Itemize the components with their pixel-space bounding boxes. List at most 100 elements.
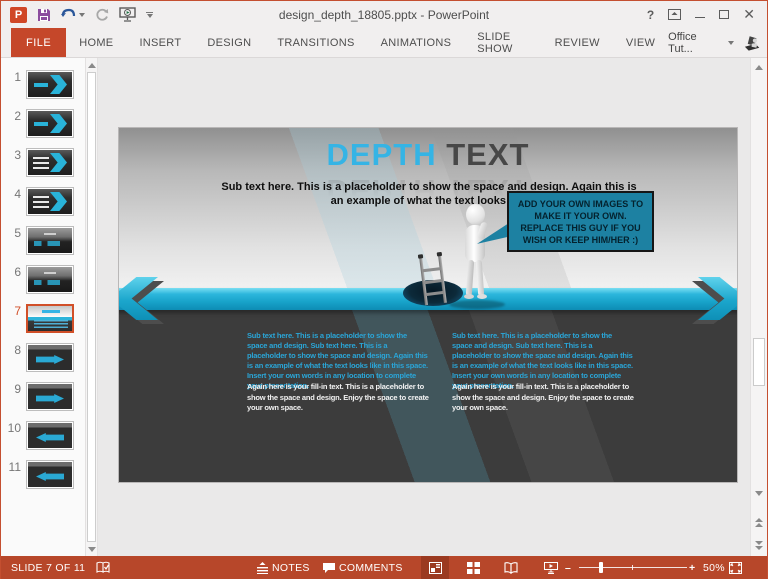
- scroll-up-icon[interactable]: [751, 60, 767, 74]
- thumbnail-graphic-arrow-right: [28, 384, 72, 409]
- body-text-column-2[interactable]: Sub text here. This is a placeholder to …: [452, 331, 634, 414]
- slide-show-icon[interactable]: [537, 556, 565, 579]
- zoom-level[interactable]: 50%: [703, 556, 725, 579]
- tab-design[interactable]: DESIGN: [194, 28, 264, 57]
- thumbnail-image[interactable]: [26, 70, 74, 99]
- vertical-scrollbar-thumb[interactable]: [753, 338, 765, 386]
- fit-slide-to-window-icon[interactable]: [729, 556, 742, 579]
- slide-indicator[interactable]: SLIDE 7 OF 11: [11, 556, 85, 579]
- redo-icon[interactable]: [95, 8, 109, 22]
- thumbnail-image[interactable]: [26, 226, 74, 255]
- customize-quick-access-icon[interactable]: [146, 12, 153, 18]
- vertical-scrollbar[interactable]: [750, 58, 767, 556]
- slide-title-rest: TEXT: [446, 137, 529, 172]
- tab-animations[interactable]: ANIMATIONS: [368, 28, 465, 57]
- thumbnail-graphic-arrow-left: [28, 423, 72, 448]
- thumbnail-graphic-chevron-right-text: [28, 189, 72, 214]
- body-text-column-1[interactable]: Sub text here. This is a placeholder to …: [247, 331, 429, 414]
- left-chevron-arrow[interactable]: [119, 277, 158, 320]
- slide-thumbnail-10[interactable]: 10: [1, 421, 85, 452]
- scroll-down-icon[interactable]: [86, 542, 97, 556]
- thumbnail-graphic-chevron-right: [28, 72, 72, 97]
- slide-thumbnail-4[interactable]: 4: [1, 187, 85, 218]
- minimize-icon[interactable]: [695, 11, 705, 18]
- previous-slide-button[interactable]: [751, 514, 767, 530]
- thumbnail-graphic-arrow-right: [28, 345, 72, 370]
- thumbnail-graphic-arrow-left: [28, 462, 72, 487]
- user-avatar-icon[interactable]: [742, 34, 761, 51]
- slide-thumbnail-2[interactable]: 2: [1, 109, 85, 140]
- next-slide-button[interactable]: [751, 537, 767, 553]
- thumbnail-scrollbar-thumb[interactable]: [87, 72, 96, 542]
- tab-view[interactable]: VIEW: [613, 28, 668, 57]
- slide-canvas[interactable]: DEPTH TEXT DEPTH TEXT Sub text here. Thi…: [118, 127, 738, 483]
- thumbnail-image[interactable]: [26, 187, 74, 216]
- quick-access-toolbar: P: [1, 7, 153, 23]
- help-icon[interactable]: ?: [647, 8, 654, 22]
- thumbnail-image[interactable]: [26, 304, 74, 333]
- tab-transitions[interactable]: TRANSITIONS: [264, 28, 367, 57]
- right-chevron-arrow[interactable]: [698, 277, 737, 320]
- thumbnail-graphic-photo-band: [28, 267, 72, 292]
- slide-number: 5: [1, 226, 21, 240]
- undo-dropdown-caret[interactable]: [79, 13, 85, 17]
- save-icon[interactable]: [37, 8, 51, 22]
- slide-title-accent: DEPTH: [327, 137, 447, 172]
- zoom-slider-thumb[interactable]: [599, 562, 603, 573]
- thumbnail-image[interactable]: [26, 148, 74, 177]
- account-menu[interactable]: Office Tut...: [668, 28, 767, 57]
- notes-label: NOTES: [272, 562, 310, 574]
- start-from-beginning-icon[interactable]: [119, 7, 136, 22]
- ribbon-display-options-icon[interactable]: [668, 9, 681, 20]
- slide-thumbnail-3[interactable]: 3: [1, 148, 85, 179]
- powerpoint-icon[interactable]: P: [10, 7, 27, 23]
- slide-thumbnail-1[interactable]: 1: [1, 70, 85, 101]
- thumbnail-graphic-chevron-right: [28, 111, 72, 136]
- callout-bubble[interactable]: ADD YOUR OWN IMAGES TO MAKE IT YOUR OWN.…: [507, 191, 654, 252]
- thumbnail-list: 1 2 3 4 5 6 7 8 9 10 11: [1, 70, 85, 491]
- thumbnail-image[interactable]: [26, 109, 74, 138]
- slide-thumbnail-7[interactable]: 7: [1, 304, 85, 335]
- ribbon-tab-bar: FILE HOMEINSERTDESIGNTRANSITIONSANIMATIO…: [1, 28, 767, 58]
- slide-number: 3: [1, 148, 21, 162]
- slide-number: 7: [1, 304, 21, 318]
- tab-home[interactable]: HOME: [66, 28, 126, 57]
- close-icon[interactable]: ✕: [743, 6, 755, 23]
- scroll-down-icon[interactable]: [751, 486, 767, 500]
- maximize-icon[interactable]: [719, 10, 729, 19]
- slide-number: 4: [1, 187, 21, 201]
- thumbnail-image[interactable]: [26, 265, 74, 294]
- thumbnail-image[interactable]: [26, 343, 74, 372]
- slide-thumbnail-9[interactable]: 9: [1, 382, 85, 413]
- thumbnail-panel: 1 2 3 4 5 6 7 8 9 10 11: [1, 58, 85, 556]
- slide-thumbnail-11[interactable]: 11: [1, 460, 85, 491]
- slide-thumbnail-5[interactable]: 5: [1, 226, 85, 257]
- tab-insert[interactable]: INSERT: [126, 28, 194, 57]
- tab-file[interactable]: FILE: [11, 28, 66, 57]
- slide-sorter-icon[interactable]: [459, 556, 487, 579]
- zoom-out-button[interactable]: –: [565, 556, 571, 579]
- slide-number: 11: [1, 460, 21, 474]
- zoom-in-button[interactable]: +: [689, 556, 695, 579]
- thumbnail-scrollbar[interactable]: [85, 58, 98, 556]
- tab-slide-show[interactable]: SLIDE SHOW: [464, 28, 541, 57]
- undo-icon[interactable]: [61, 8, 85, 21]
- thumbnail-image[interactable]: [26, 460, 74, 489]
- tab-review[interactable]: REVIEW: [542, 28, 613, 57]
- spell-check-icon[interactable]: [96, 556, 110, 579]
- notes-button[interactable]: NOTES: [257, 556, 310, 579]
- zoom-slider[interactable]: [579, 567, 687, 568]
- slide-editor: DEPTH TEXT DEPTH TEXT Sub text here. Thi…: [98, 58, 750, 556]
- slide-number: 10: [1, 421, 21, 435]
- thumbnail-image[interactable]: [26, 421, 74, 450]
- normal-view-icon[interactable]: [421, 556, 449, 579]
- reading-view-icon[interactable]: [497, 556, 525, 579]
- thumbnail-image[interactable]: [26, 382, 74, 411]
- slide-thumbnail-6[interactable]: 6: [1, 265, 85, 296]
- slide-title[interactable]: DEPTH TEXT: [119, 137, 737, 173]
- thumbnail-graphic-photo-band: [28, 228, 72, 253]
- stick-figure-graphic[interactable]: [453, 204, 497, 304]
- comments-button[interactable]: COMMENTS: [323, 556, 403, 579]
- scroll-up-icon[interactable]: [86, 58, 97, 72]
- slide-thumbnail-8[interactable]: 8: [1, 343, 85, 374]
